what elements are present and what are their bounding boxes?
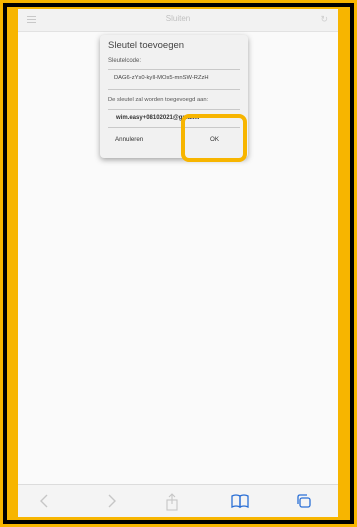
bookmarks-icon[interactable]	[230, 493, 250, 514]
divider	[108, 109, 240, 110]
key-label: Sleutelcode:	[108, 58, 142, 64]
reload-icon[interactable]: ↻	[320, 15, 328, 24]
device-screen: Sluiten ↻ Sleutel toevoegen Sleutelcode:…	[18, 9, 338, 517]
forward-icon[interactable]	[104, 493, 118, 514]
tabs-icon[interactable]	[295, 493, 313, 514]
divider	[108, 89, 240, 90]
back-icon[interactable]	[38, 493, 52, 514]
divider	[108, 127, 240, 128]
top-bar: Sluiten ↻	[18, 9, 338, 32]
add-key-dialog: Sleutel toevoegen Sleutelcode: DAG6-zYs0…	[100, 35, 248, 158]
account-email: wim.easy+08102021@gmail...	[116, 115, 200, 121]
top-bar-title[interactable]: Sluiten	[18, 14, 338, 23]
bottom-toolbar	[18, 484, 338, 517]
ok-button[interactable]: OK	[210, 136, 219, 143]
divider	[108, 69, 240, 70]
dialog-title: Sleutel toevoegen	[108, 40, 185, 51]
target-label: De sleutel zal worden toegevoegd aan:	[108, 97, 209, 103]
key-value: DAG6-zYs0-kyIl-MOs5-mnSW-RZzH	[114, 75, 209, 81]
cancel-button[interactable]: Annuleren	[115, 136, 143, 143]
share-icon[interactable]	[164, 493, 180, 516]
